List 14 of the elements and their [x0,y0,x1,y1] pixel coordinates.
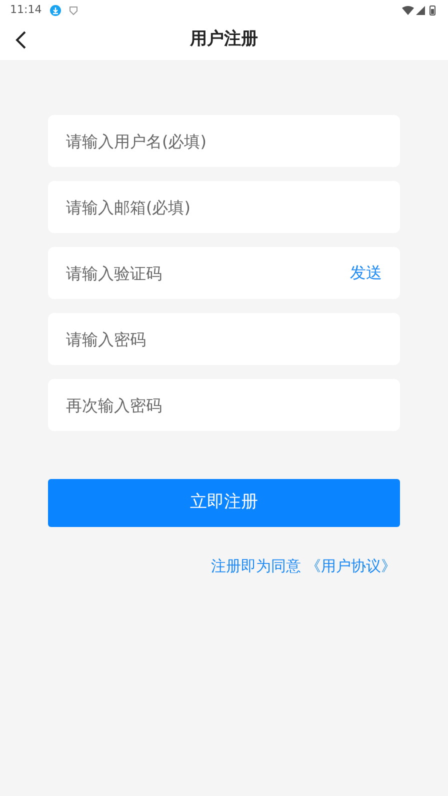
input-field[interactable]: 再次输入密码 [48,379,400,431]
input-field[interactable]: 请输入密码 [48,313,400,365]
download-icon [50,4,61,16]
status-icons [402,4,438,16]
shield-icon [68,6,78,14]
send-button[interactable]: 发送 [350,261,382,285]
agreement-link[interactable]: 《用户协议》 [306,557,396,575]
page-title: 用户注册 [190,28,258,52]
agreement-text: 注册即为同意 《用户协议》 [210,556,397,577]
input-field[interactable]: 请输入用户名(必填) [48,115,400,167]
input-field[interactable]: 请输入邮箱(必填) [48,181,400,233]
register-button[interactable]: 立即注册 [48,479,400,527]
back-icon[interactable] [14,30,28,50]
status-time: 11:14 [10,2,42,18]
